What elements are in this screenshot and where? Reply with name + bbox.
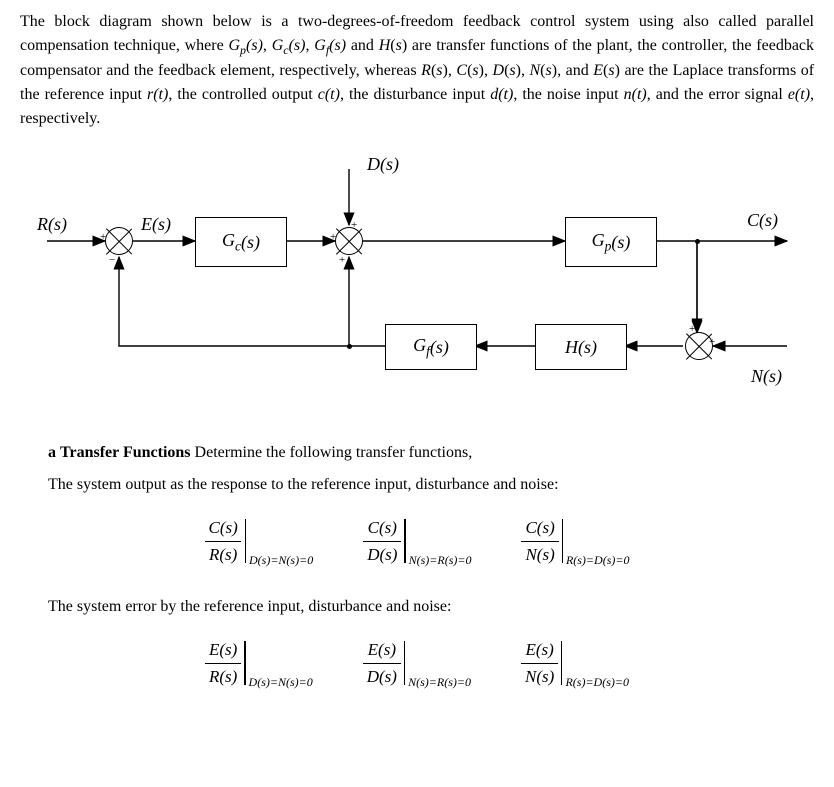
sum2-plus-left: + [330,229,336,246]
block-Gp: Gp(s) [565,217,657,267]
part-a: a Transfer Functions Determine the follo… [20,441,814,497]
tf-E-over-D: E(s)D(s) N(s)=R(s)=0 [363,637,471,689]
label-D: D(s) [367,151,399,178]
sum3-plus-top: + [689,321,695,338]
label-N: N(s) [751,363,782,390]
block-H: H(s) [535,324,627,370]
part-letter: a [48,444,56,461]
block-diagram: R(s) E(s) D(s) C(s) N(s) + − + + + + + G… [37,151,797,411]
sum2-plus-top: + [351,217,357,234]
sum2-plus-bottom: + [339,252,345,269]
tf-C-over-R: C(s)R(s) D(s)=N(s)=0 [205,515,314,567]
sum1-plus-left: + [100,229,106,246]
label-C: C(s) [747,207,778,234]
error-tf-line: The system error by the reference input,… [48,595,814,619]
error-tf-row: E(s)R(s) D(s)=N(s)=0 E(s)D(s) N(s)=R(s)=… [20,637,814,689]
node-output-branch [695,239,700,244]
label-R: R(s) [37,211,67,238]
label-E: E(s) [141,211,171,238]
part-desc: Determine the following transfer functio… [195,444,473,461]
sum-junction-1 [105,227,133,255]
block-Gc: Gc(s) [195,217,287,267]
part-title: Transfer Functions [60,444,191,461]
tf-C-over-D: C(s)D(s) N(s)=R(s)=0 [363,515,471,567]
sum-junction-2 [335,227,363,255]
tf-E-over-R: E(s)R(s) D(s)=N(s)=0 [205,637,313,689]
block-Gf: Gf(s) [385,324,477,370]
tf-C-over-N: C(s)N(s) R(s)=D(s)=0 [521,515,629,567]
output-tf-row: C(s)R(s) D(s)=N(s)=0 C(s)D(s) N(s)=R(s)=… [20,515,814,567]
sum3-plus-right: + [709,334,715,351]
intro-paragraph: The block diagram shown below is a two-d… [20,10,814,131]
node-feedback-branch [347,344,352,349]
output-tf-line: The system output as the response to the… [48,473,814,497]
tf-E-over-N: E(s)N(s) R(s)=D(s)=0 [521,637,629,689]
